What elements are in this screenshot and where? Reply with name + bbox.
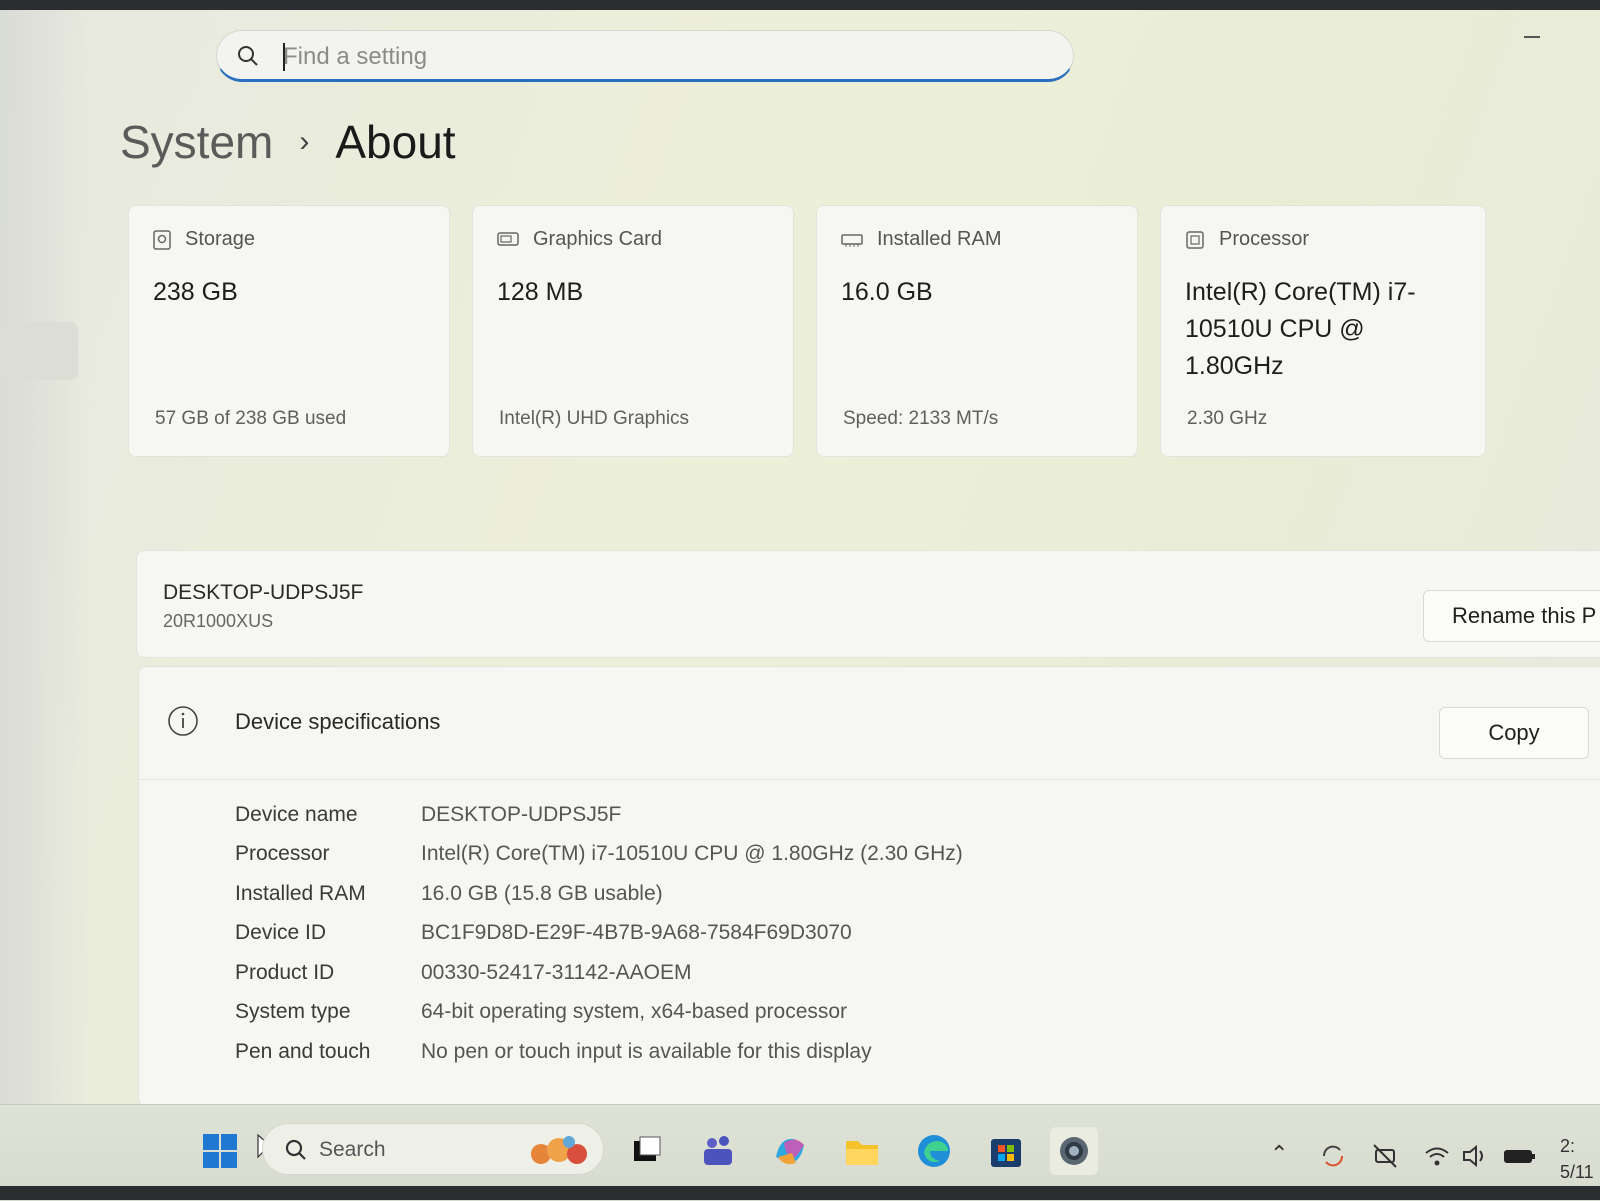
spec-key: Product ID xyxy=(235,960,335,984)
taskbar-search[interactable]: Search xyxy=(262,1123,604,1175)
minimize-button[interactable] xyxy=(1524,36,1540,38)
nav-selected-item[interactable] xyxy=(0,322,78,380)
device-specifications-section: Device specifications Copy Device name D… xyxy=(138,666,1600,1106)
taskbar-search-label: Search xyxy=(319,1138,386,1161)
info-icon xyxy=(168,706,198,736)
device-name-row: DESKTOP-UDPSJ5F 20R1000XUS Rename this P xyxy=(136,550,1600,658)
specs-header[interactable]: Device specifications Copy xyxy=(139,667,1600,780)
task-view-icon[interactable] xyxy=(622,1127,670,1175)
card-title: Storage xyxy=(185,228,256,250)
card-value: 16.0 GB xyxy=(841,278,933,306)
card-value: 238 GB xyxy=(153,278,238,306)
bottom-edge xyxy=(0,1186,1600,1200)
spec-value: No pen or touch input is available for t… xyxy=(421,1039,872,1063)
card-title: Processor xyxy=(1219,228,1310,250)
battery-icon[interactable] xyxy=(1502,1141,1538,1171)
specs-title: Device specifications xyxy=(235,709,441,734)
spec-row-device-id: Device ID BC1F9D8D-E29F-4B7B-9A68-7584F6… xyxy=(235,914,963,954)
rename-pc-button[interactable]: Rename this P xyxy=(1423,590,1600,642)
spec-key: Pen and touch xyxy=(235,1039,371,1063)
navigation-pane xyxy=(0,10,90,1110)
card-value: Intel(R) Core(TM) i7-10510U CPU @ 1.80GH… xyxy=(1185,278,1416,380)
gear-icon xyxy=(1060,1137,1088,1165)
spec-key: Processor xyxy=(235,842,330,866)
search-input[interactable]: Find a setting xyxy=(283,43,427,71)
system-clock[interactable]: 2: 5/11 xyxy=(1560,1133,1594,1185)
card-title: Installed RAM xyxy=(877,228,1002,250)
card-value: 128 MB xyxy=(497,278,584,306)
breadcrumb: System › About xyxy=(120,112,456,172)
card-subtext: 57 GB of 238 GB used xyxy=(155,408,347,429)
spec-row-processor: Processor Intel(R) Core(TM) i7-10510U CP… xyxy=(235,835,963,875)
windows-logo-icon xyxy=(203,1134,237,1168)
spec-key: System type xyxy=(235,1000,351,1024)
spec-row-system-type: System type 64-bit operating system, x64… xyxy=(235,993,963,1033)
storage-card[interactable]: Storage 238 GB 57 GB of 238 GB used xyxy=(128,205,450,457)
search-icon xyxy=(285,1139,306,1160)
clock-time: 2: xyxy=(1560,1136,1576,1156)
card-subtext: 2.30 GHz xyxy=(1187,408,1268,429)
spec-value: 00330-52417-31142-AAOEM xyxy=(421,960,692,984)
chevron-right-icon: › xyxy=(299,125,310,158)
spec-value: BC1F9D8D-E29F-4B7B-9A68-7584F69D3070 xyxy=(421,921,852,945)
spec-list: Device name DESKTOP-UDPSJ5F Processor In… xyxy=(235,795,963,1072)
copy-button[interactable]: Copy xyxy=(1439,707,1589,759)
spec-row-installed-ram: Installed RAM 16.0 GB (15.8 GB usable) xyxy=(235,874,963,914)
sync-icon[interactable] xyxy=(1318,1141,1348,1171)
page-title: About xyxy=(335,116,456,168)
breadcrumb-system[interactable]: System xyxy=(120,115,273,169)
wifi-icon[interactable] xyxy=(1422,1141,1452,1171)
show-hidden-icons-chevron-up-icon[interactable]: ⌃ xyxy=(1270,1141,1288,1167)
text-caret xyxy=(283,43,285,71)
teams-icon[interactable] xyxy=(694,1127,742,1175)
graphics-card-icon xyxy=(497,231,519,246)
edge-browser-icon[interactable] xyxy=(910,1127,958,1175)
processor-card[interactable]: Processor Intel(R) Core(TM) i7-10510U CP… xyxy=(1160,205,1486,457)
device-name: DESKTOP-UDPSJ5F xyxy=(163,581,364,604)
processor-icon xyxy=(1186,230,1204,249)
spec-value: Intel(R) Core(TM) i7-10510U CPU @ 1.80GH… xyxy=(421,842,963,866)
search-icon xyxy=(238,46,258,66)
file-explorer-icon[interactable] xyxy=(838,1127,886,1175)
network-disconnected-icon[interactable] xyxy=(1370,1141,1400,1171)
storage-icon xyxy=(153,229,171,250)
start-button[interactable] xyxy=(196,1127,244,1175)
spec-key: Device name xyxy=(235,802,358,826)
ram-icon xyxy=(841,233,863,247)
card-title: Graphics Card xyxy=(533,228,662,250)
copilot-icon[interactable] xyxy=(766,1127,814,1175)
installed-ram-card[interactable]: Installed RAM 16.0 GB Speed: 2133 MT/s xyxy=(816,205,1138,457)
spec-value: 16.0 GB (15.8 GB usable) xyxy=(421,881,663,905)
spec-row-product-id: Product ID 00330-52417-31142-AAOEM xyxy=(235,953,963,993)
card-subtext: Speed: 2133 MT/s xyxy=(843,408,999,429)
spec-key: Device ID xyxy=(235,921,327,945)
spec-value: DESKTOP-UDPSJ5F xyxy=(421,802,622,826)
device-model: 20R1000XUS xyxy=(163,611,274,631)
spec-key: Installed RAM xyxy=(235,881,366,905)
search-highlight-icon xyxy=(531,1136,587,1164)
graphics-card-card[interactable]: Graphics Card 128 MB Intel(R) UHD Graphi… xyxy=(472,205,794,457)
settings-app-icon[interactable] xyxy=(1050,1127,1098,1175)
microsoft-store-icon[interactable] xyxy=(982,1127,1030,1175)
clock-date: 5/11 xyxy=(1560,1162,1594,1182)
card-subtext: Intel(R) UHD Graphics xyxy=(499,408,690,429)
spec-row-device-name: Device name DESKTOP-UDPSJ5F xyxy=(235,795,963,835)
spec-value: 64-bit operating system, x64-based proce… xyxy=(421,1000,848,1024)
volume-icon[interactable] xyxy=(1460,1141,1490,1171)
spec-row-pen-and-touch: Pen and touch No pen or touch input is a… xyxy=(235,1032,963,1072)
settings-search-box[interactable]: Find a setting xyxy=(216,30,1074,82)
top-edge xyxy=(0,0,1600,10)
